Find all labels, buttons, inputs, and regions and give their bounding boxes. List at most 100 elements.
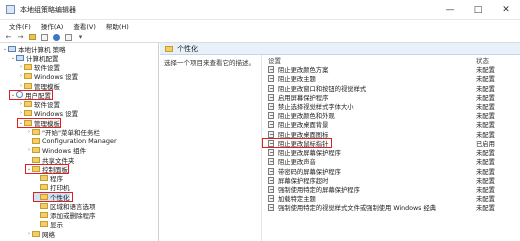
window-title: 本地组策略编辑器 xyxy=(20,5,76,14)
folder-icon xyxy=(40,202,48,209)
policy-setting-icon xyxy=(268,121,274,129)
folder-icon xyxy=(24,101,32,107)
document-icon[interactable] xyxy=(40,33,49,42)
column-header-state[interactable]: 状态 xyxy=(476,55,489,65)
policy-row[interactable]: 启用屏幕保护程序 未配置 xyxy=(262,93,520,102)
policy-row[interactable]: 强制使用特定的视觉样式文件或强制使用 Windows 经典 未配置 xyxy=(262,203,520,212)
folder-icon xyxy=(165,45,173,52)
policy-state: 未配置 xyxy=(476,168,495,176)
details-title: 个性化 xyxy=(177,44,198,53)
folder-icon xyxy=(40,221,48,228)
title-bar: 本地组策略编辑器 — □ ✕ xyxy=(0,0,520,20)
folder-icon xyxy=(40,212,48,218)
menu-help[interactable]: 帮助(H) xyxy=(101,21,134,31)
policy-setting-icon xyxy=(268,112,274,120)
policy-label: 阻止更改颜色方案 xyxy=(278,67,329,75)
policy-setting-icon xyxy=(268,176,274,184)
policy-row[interactable]: 阻止更改声音 未配置 xyxy=(262,157,520,166)
back-icon[interactable]: ← xyxy=(4,33,13,42)
folder-icon[interactable] xyxy=(28,33,37,42)
policy-row[interactable]: 强制使用特定的屏幕保护程序 未配置 xyxy=(262,185,520,194)
policy-label: 阻止更改窗口和按钮的视觉样式 xyxy=(278,85,367,93)
tree-item[interactable]: 共享文件夹 xyxy=(26,155,75,165)
policy-label: 阻止更改桌面背景 xyxy=(278,122,329,130)
policy-row[interactable]: 阻止更改颜色方案 未配置 xyxy=(262,65,520,74)
policy-row[interactable]: 阻止更改屏幕保护程序 未配置 xyxy=(262,148,520,157)
folder-icon xyxy=(32,147,40,154)
policy-label: 阻止更改屏幕保护程序 xyxy=(278,150,341,158)
tree-item[interactable]: › 网络 xyxy=(26,229,55,239)
tree-item[interactable]: › "开始"菜单和任务栏 xyxy=(26,127,100,137)
description-text: 选择一个项目来查看它的描述。 xyxy=(164,59,255,67)
policy-setting-icon xyxy=(268,66,274,74)
folder-icon xyxy=(40,184,48,191)
tree-item[interactable]: › 软件设置 xyxy=(18,100,60,109)
policy-row[interactable]: 阻止更改桌面背景 未配置 xyxy=(262,120,520,129)
tree-item[interactable]: › 管理模板 xyxy=(18,81,60,91)
maximize-button[interactable]: □ xyxy=(464,0,492,20)
policy-setting-icon xyxy=(268,130,274,138)
navigation-tree: ⌄ 本地计算机 策略 ⌄ 计算机配置 › 软件设置 › Windows 设置 › 管理模板 ⌄ 用户配… xyxy=(0,43,159,241)
menu-view[interactable]: 查看(V) xyxy=(68,21,101,31)
details-header: 个性化 xyxy=(160,43,520,55)
folder-icon xyxy=(32,128,40,135)
policy-setting-icon xyxy=(268,149,274,157)
tree-item[interactable]: 显示 xyxy=(34,220,63,229)
policy-label: 阻止更改主题 xyxy=(278,76,316,84)
tree-item[interactable]: ⌄ 本地计算机 策略 xyxy=(2,44,66,54)
policy-state: 未配置 xyxy=(476,150,495,158)
policy-state: 未配置 xyxy=(476,196,495,204)
tree-item[interactable]: ⌄ 计算机配置 xyxy=(10,53,59,63)
tree-item[interactable]: › Windows 设置 xyxy=(18,109,78,118)
policy-state: 未配置 xyxy=(476,76,495,84)
policy-label: 阻止更改颜色和外观 xyxy=(278,113,335,121)
policy-label: 阻止更改声音 xyxy=(278,159,316,167)
tree-item[interactable]: 程序 xyxy=(34,174,63,183)
policy-row[interactable]: 阻止更改主题 未配置 xyxy=(262,74,520,83)
help-icon[interactable] xyxy=(52,33,61,42)
policy-state: 未配置 xyxy=(476,122,495,130)
policy-row[interactable]: 带密码的屏幕保护程序 未配置 xyxy=(262,166,520,176)
folder-icon xyxy=(24,64,32,70)
policy-row[interactable]: 阻止更改窗口和按钮的视觉样式 未配置 xyxy=(262,83,520,93)
folder-icon xyxy=(24,82,32,89)
window-controls: — □ ✕ xyxy=(436,0,520,20)
policy-setting-icon xyxy=(268,102,274,110)
tree-item[interactable]: 添加或删除程序 xyxy=(34,211,96,220)
close-button[interactable]: ✕ xyxy=(492,0,520,20)
policy-row[interactable]: 屏幕保护程序超时 未配置 xyxy=(262,176,520,185)
menu-action[interactable]: 操作(A) xyxy=(36,21,69,31)
tree-item-label: Configuration Manager xyxy=(42,137,117,145)
minimize-button[interactable]: — xyxy=(436,0,464,20)
policy-row[interactable]: 加载特定主题 未配置 xyxy=(262,194,520,203)
tree-item[interactable]: › 软件设置 xyxy=(18,63,60,72)
folder-icon xyxy=(32,138,40,144)
tree-item[interactable]: › Windows 设置 xyxy=(18,72,78,81)
description-pane: 选择一个项目来查看它的描述。 xyxy=(160,55,260,241)
policy-setting-icon xyxy=(268,75,274,83)
policy-state: 未配置 xyxy=(476,67,495,75)
properties-icon[interactable] xyxy=(64,33,73,42)
menu-file[interactable]: 文件(F) xyxy=(4,21,36,31)
menu-bar: 文件(F) 操作(A) 查看(V) 帮助(H) xyxy=(0,20,520,32)
column-header-setting[interactable]: 设置 xyxy=(268,55,281,65)
tree-item[interactable]: Configuration Manager xyxy=(26,137,117,146)
policy-state: 未配置 xyxy=(476,131,495,139)
tree-item[interactable]: 区域和语言选项 xyxy=(34,201,96,211)
policy-setting-icon xyxy=(268,185,274,193)
forward-icon[interactable]: → xyxy=(16,33,25,42)
policy-row[interactable]: 禁止选择视觉样式字体大小 未配置 xyxy=(262,102,520,111)
tree-item[interactable]: › Windows 组件 xyxy=(26,146,86,155)
policy-state: 未配置 xyxy=(476,85,495,93)
policy-row[interactable]: 阻止更改颜色和外观 未配置 xyxy=(262,111,520,120)
policy-setting-icon xyxy=(268,195,274,203)
policy-setting-icon xyxy=(268,93,274,101)
folder-icon xyxy=(24,73,32,80)
policy-setting-icon xyxy=(268,204,274,212)
policy-label: 屏幕保护程序超时 xyxy=(278,177,329,185)
policy-state: 未配置 xyxy=(476,94,495,102)
policy-state: 已启用 xyxy=(476,140,495,148)
filter-icon[interactable]: ▾ xyxy=(76,33,85,42)
computer-icon xyxy=(16,54,24,61)
tree-item[interactable]: 打印机 xyxy=(34,183,70,192)
